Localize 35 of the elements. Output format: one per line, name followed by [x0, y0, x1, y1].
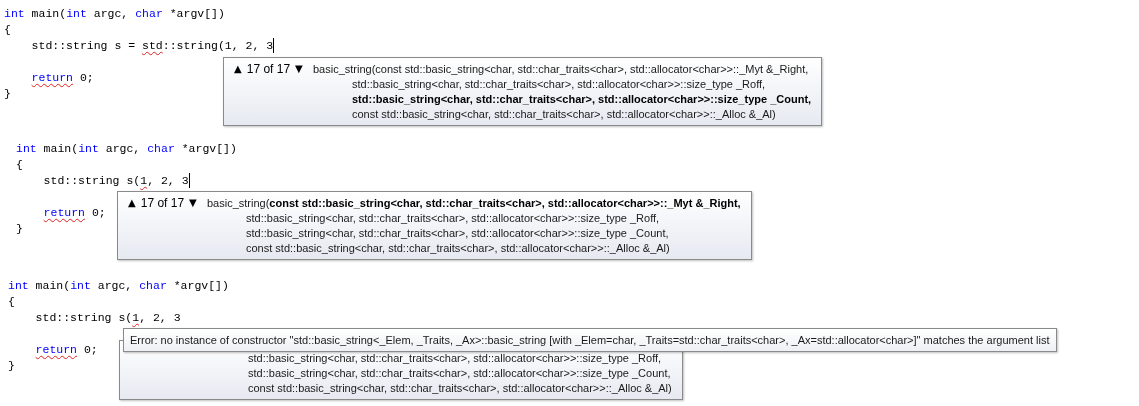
- error-tooltip: Error: no instance of constructor "std::basic_string<_Elem, _Traits, _Ax>::basic_string [with _Elem=char, _Traits=std::char_traits<char>, _Ax=std::allocator<char>]" matches the argument list: [123, 328, 1057, 352]
- parameter: std::basic_string<char, std::char_traits<char>, std::allocator<char>>::size_type _Roff,: [352, 77, 766, 90]
- parameter: std::basic_string<char, std::char_traits<char>, std::allocator<char>>::size_type _Roff,: [246, 211, 660, 224]
- code-line: int main(int argc, char *argv[]): [16, 141, 237, 155]
- code-line: {: [8, 294, 15, 308]
- code-line: std::string s(1, 2, 3: [34, 310, 181, 324]
- parameter: std::basic_string<char, std::char_traits<char>, std::allocator<char>>::size_type _Roff,: [248, 351, 662, 364]
- code-line: {: [16, 157, 23, 171]
- parameter: const std::basic_string<char, std::char_traits<char>, std::allocator<char>>::_Alloc &_Al): [246, 241, 670, 254]
- code-line: return 0;: [30, 70, 94, 84]
- code-line: }: [16, 221, 23, 235]
- next-overload-button[interactable]: ▼: [295, 63, 303, 74]
- parameter: const std::basic_string<char, std::char_traits<char>, std::allocator<char>>::_Myt &_Right,: [375, 62, 809, 75]
- code-line: return 0;: [34, 342, 98, 356]
- parameter: std::basic_string<char, std::char_traits<char>, std::allocator<char>>::size_type _Count,: [248, 366, 671, 379]
- function-name: basic_string(: [207, 196, 270, 209]
- code-line: }: [8, 358, 15, 372]
- overload-counter: 17 of 17: [140, 195, 185, 210]
- code-line: return 0;: [42, 205, 106, 219]
- code-line: }: [4, 86, 11, 100]
- next-overload-button[interactable]: ▼: [189, 197, 197, 208]
- code-line: int main(int argc, char *argv[]): [4, 6, 225, 20]
- previous-overload-button[interactable]: ▲: [234, 63, 242, 74]
- code-line: int main(int argc, char *argv[]): [8, 278, 229, 292]
- code-line: std::string s = std::string(1, 2, 3: [30, 38, 274, 52]
- parameter: std::basic_string<char, std::char_traits<char>, std::allocator<char>>::size_type _Count,: [246, 226, 669, 239]
- previous-overload-button[interactable]: ▲: [128, 197, 136, 208]
- overload-counter: 17 of 17: [246, 61, 291, 76]
- parameter: const std::basic_string<char, std::char_traits<char>, std::allocator<char>>::_Myt &_Right,: [269, 196, 741, 209]
- code-line: {: [4, 22, 11, 36]
- code-line: std::string s(1, 2, 3: [42, 173, 189, 187]
- parameter: const std::basic_string<char, std::char_traits<char>, std::allocator<char>>::_Alloc &_Al): [248, 381, 672, 394]
- parameter: std::basic_string<char, std::char_traits<char>, std::allocator<char>>::size_type _Count,: [352, 92, 812, 105]
- function-name: basic_string(: [313, 62, 376, 75]
- parameter: const std::basic_string<char, std::char_traits<char>, std::allocator<char>>::_Alloc &_Al): [352, 107, 776, 120]
